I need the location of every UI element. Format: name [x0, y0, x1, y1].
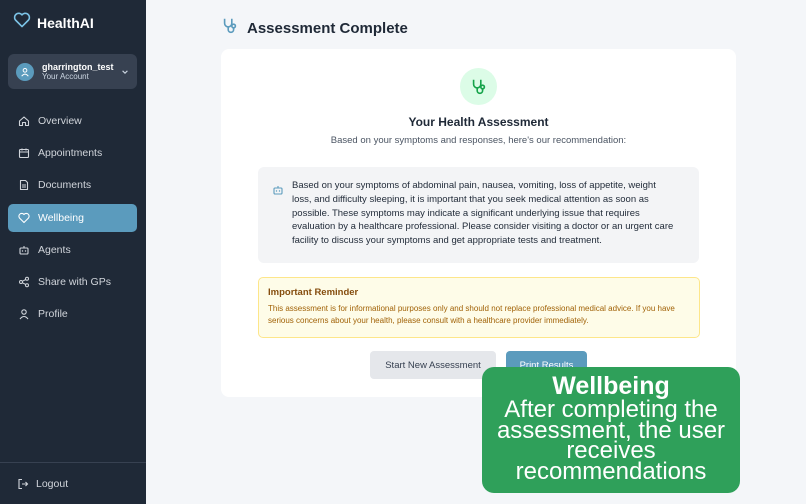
user-icon: [17, 307, 31, 321]
sidebar-item-label: Appointments: [38, 147, 103, 160]
stethoscope-badge-icon: [460, 68, 497, 105]
recommendation-box: Based on your symptoms of abdominal pain…: [258, 167, 699, 263]
avatar: [16, 62, 34, 81]
sidebar: HealthAI gharrington_test Your Account O…: [0, 0, 146, 504]
reminder-title: Important Reminder: [268, 287, 359, 298]
page-header: Assessment Complete: [221, 17, 408, 40]
sidebar-item-label: Agents: [38, 243, 71, 256]
heart-logo-icon: [13, 12, 31, 33]
logout-button[interactable]: Logout: [0, 462, 146, 504]
account-username: gharrington_test: [42, 61, 114, 72]
start-new-assessment-button[interactable]: Start New Assessment: [370, 351, 496, 379]
assessment-card: Your Health Assessment Based on your sym…: [221, 49, 736, 397]
reminder-text: This assessment is for informational pur…: [268, 304, 675, 325]
sidebar-item-appointments[interactable]: Appointments: [8, 139, 137, 167]
stethoscope-icon: [221, 17, 239, 40]
sidebar-item-documents[interactable]: Documents: [8, 171, 137, 199]
chevron-down-icon: [121, 63, 129, 81]
document-icon: [17, 178, 31, 192]
brand[interactable]: HealthAI: [13, 12, 94, 33]
callout-text: After completing the assessment, the use…: [496, 396, 726, 485]
sidebar-item-label: Overview: [38, 115, 82, 127]
annotation-callout: Wellbeing After completing the assessmen…: [482, 367, 740, 493]
logout-icon: [17, 478, 29, 490]
sidebar-item-profile[interactable]: Profile: [8, 300, 137, 328]
logout-label: Logout: [36, 477, 69, 490]
sidebar-item-label: Share with GPs: [38, 275, 111, 288]
sidebar-item-agents[interactable]: Agents: [8, 236, 137, 264]
assessment-subtitle: Based on your symptoms and responses, he…: [330, 135, 627, 146]
important-reminder: Important Reminder This assessment is fo…: [258, 277, 700, 338]
sidebar-item-wellbeing[interactable]: Wellbeing: [8, 203, 137, 232]
sidebar-item-share-with-gps[interactable]: Share with GPs: [8, 268, 137, 296]
page-title: Assessment Complete: [247, 20, 408, 37]
robot-icon: [272, 183, 284, 201]
assessment-title: Your Health Assessment: [408, 115, 549, 129]
recommendation-text: Based on your symptoms of abdominal pain…: [292, 180, 674, 247]
sidebar-item-overview[interactable]: Overview: [8, 107, 137, 135]
sidebar-item-label: Profile: [38, 308, 68, 321]
sidebar-nav: Overview Appointments Documents Wellbein…: [8, 107, 137, 332]
calendar-icon: [17, 146, 31, 160]
account-switcher[interactable]: gharrington_test Your Account: [8, 54, 137, 89]
sidebar-item-label: Wellbeing: [38, 211, 84, 224]
sidebar-item-label: Documents: [38, 179, 92, 192]
share-icon: [17, 275, 31, 289]
home-icon: [17, 114, 31, 128]
heart-icon: [17, 211, 31, 225]
robot-icon: [17, 243, 31, 257]
account-subtitle: Your Account: [42, 72, 89, 82]
app-name: HealthAI: [37, 14, 94, 31]
